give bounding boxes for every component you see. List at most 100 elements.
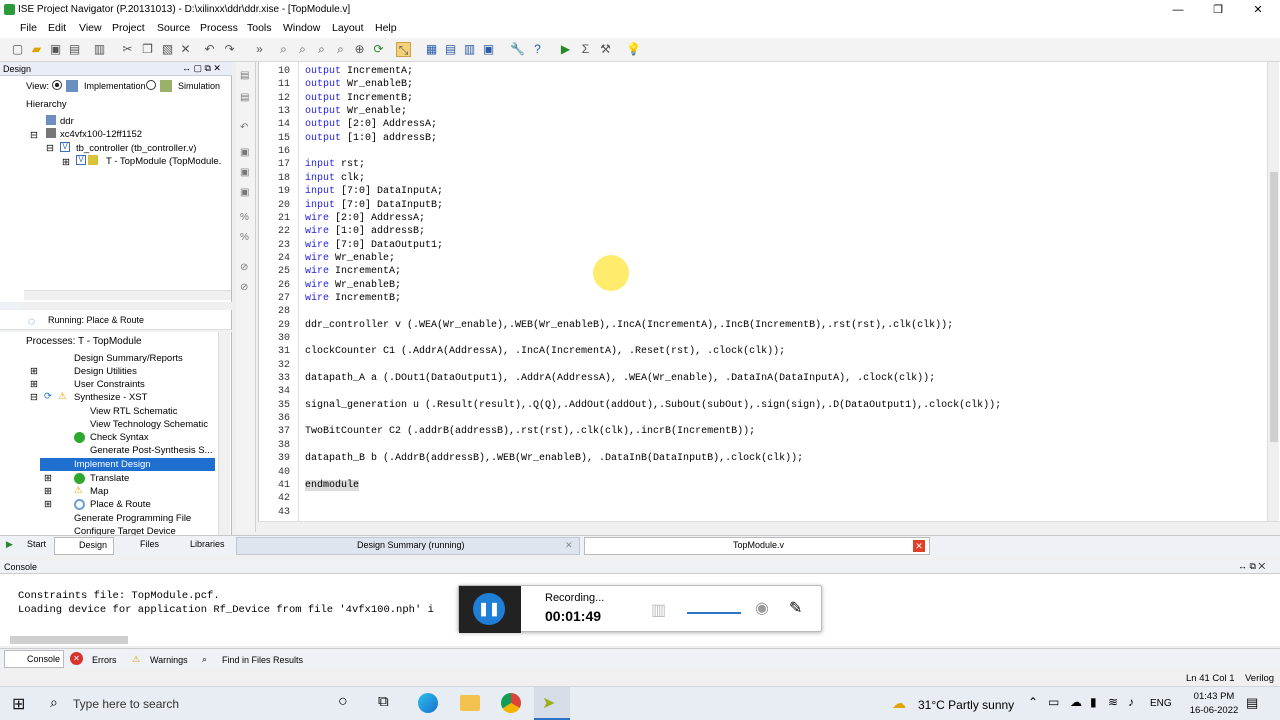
layout-3-icon[interactable]: ▥ (462, 42, 477, 57)
editor-tool-icon[interactable]: ⊘ (240, 262, 248, 273)
code-line[interactable]: wire IncrementA; (305, 266, 401, 277)
code-line[interactable]: output IncrementB; (305, 93, 413, 104)
cortana-icon[interactable]: ○ (338, 693, 348, 711)
copy-icon[interactable]: ❐ (140, 42, 155, 57)
expand-icon[interactable]: ⊟ (30, 392, 38, 403)
code-line[interactable]: signal_generation u (.Result(result),.Q(… (305, 400, 1001, 411)
editor-tool-icon[interactable]: ▣ (240, 147, 249, 158)
panel-controls-icon[interactable]: ↔ ▢ ⧉ ✕ (182, 63, 221, 74)
lightbulb-icon[interactable]: 💡 (626, 42, 641, 57)
code-line[interactable]: input [7:0] DataInputB; (305, 200, 443, 211)
process-user-constraints[interactable]: User Constraints (74, 379, 145, 390)
pointer-tool-icon[interactable]: ⤡ (396, 42, 411, 57)
code-line[interactable]: ddr_controller v (.WEA(Wr_enable),.WEB(W… (305, 320, 953, 331)
process-check-syntax[interactable]: Check Syntax (90, 432, 149, 443)
process-map[interactable]: Map (90, 486, 108, 497)
process-generate-programming[interactable]: Generate Programming File (74, 513, 191, 524)
probe-icon[interactable]: ⚒ (598, 42, 613, 57)
ise-taskbar-button[interactable]: ➤ (534, 687, 570, 720)
undo-icon[interactable]: ↶ (202, 42, 217, 57)
scroll-thumb[interactable] (1270, 172, 1278, 442)
editor-vertical-scrollbar[interactable] (1267, 62, 1279, 522)
menu-source[interactable]: Source (157, 22, 190, 34)
code-line[interactable]: wire [1:0] addressB; (305, 226, 425, 237)
tab-console-box[interactable]: Console (4, 650, 64, 668)
speaker-icon[interactable]: ♪ (1128, 695, 1134, 709)
code-line[interactable]: input [7:0] DataInputA; (305, 186, 443, 197)
redo-icon[interactable]: ↷ (222, 42, 237, 57)
tab-design-box[interactable]: Design (54, 537, 114, 555)
processes-scrollbar[interactable] (218, 332, 230, 535)
process-configure-target[interactable]: Configure Target Device (74, 526, 176, 535)
code-line[interactable]: input clk; (305, 173, 365, 184)
process-synthesize[interactable]: Synthesize - XST (74, 392, 147, 403)
menu-tools[interactable]: Tools (247, 22, 272, 34)
task-view-icon[interactable]: ⧉ (378, 693, 389, 710)
save-icon[interactable]: ▣ (48, 42, 63, 57)
taskbar-search[interactable]: Type here to search (73, 697, 179, 711)
zoom-fit-icon[interactable]: ⌕ (314, 42, 329, 57)
code-line[interactable]: datapath_A a (.DOut1(DataOutput1), .Addr… (305, 373, 935, 384)
code-line[interactable]: input rst; (305, 159, 365, 170)
close-tab-icon[interactable]: ✕ (913, 540, 925, 552)
notifications-icon[interactable]: ▤ (1246, 695, 1258, 711)
zoom-full-icon[interactable]: ⊕ (352, 42, 367, 57)
expand-icon[interactable]: ⊞ (30, 379, 38, 390)
expand-icon[interactable]: ⊞ (44, 499, 52, 510)
tab-errors[interactable]: Errors (92, 655, 117, 665)
zoom-out-icon[interactable]: ⌕ (295, 42, 310, 57)
menu-project[interactable]: Project (112, 22, 145, 34)
menu-window[interactable]: Window (283, 22, 320, 34)
process-translate[interactable]: Translate (90, 473, 129, 484)
code-line[interactable]: wire Wr_enable; (305, 253, 395, 264)
input-language[interactable]: ENG (1150, 698, 1172, 709)
zoom-area-icon[interactable]: ⌕ (333, 42, 348, 57)
code-line[interactable]: wire Wr_enableB; (305, 280, 401, 291)
process-design-summary[interactable]: Design Summary/Reports (74, 353, 183, 364)
show-hidden-icon[interactable]: ⌃ (1028, 695, 1038, 709)
implementation-radio[interactable] (52, 80, 62, 90)
tab-warnings[interactable]: Warnings (150, 655, 188, 665)
wifi-icon[interactable]: ≋ (1108, 695, 1118, 709)
tree-item-topmodule[interactable]: T - TopModule (TopModule. (106, 156, 221, 167)
tab-topmodule-box[interactable]: TopModule.v ✕ (584, 537, 930, 555)
menu-file[interactable]: File (20, 22, 37, 34)
process-generate-post-synth[interactable]: Generate Post-Synthesis S... (90, 445, 213, 456)
code-line[interactable]: endmodule (305, 480, 360, 491)
horizontal-scrollbar[interactable] (24, 290, 231, 300)
process-implement-design-row[interactable]: Implement Design (40, 458, 215, 471)
code-line[interactable]: wire IncrementB; (305, 293, 401, 304)
chrome-icon[interactable] (501, 693, 521, 713)
process-design-utilities[interactable]: Design Utilities (74, 366, 137, 377)
layout-1-icon[interactable]: ▦ (424, 42, 439, 57)
print-icon[interactable]: ▥ (92, 42, 107, 57)
volume-bar[interactable] (687, 612, 741, 614)
delete-icon[interactable]: ✕ (178, 42, 193, 57)
tree-item-device[interactable]: xc4vfx100-12ff1152 (60, 129, 142, 140)
expand-icon[interactable]: ⊞ (62, 157, 70, 168)
code-line[interactable]: TwoBitCounter C2 (.addrB(addressB),.rst(… (305, 426, 755, 437)
new-file-icon[interactable]: ▢ (10, 42, 25, 57)
zoom-in-icon[interactable]: ⌕ (276, 42, 291, 57)
code-line[interactable]: datapath_B b (.AddrB(addressB),.WEB(Wr_e… (305, 453, 803, 464)
network-icon[interactable]: ▭ (1048, 695, 1059, 709)
code-line[interactable]: output Wr_enable; (305, 106, 407, 117)
layout-2-icon[interactable]: ▤ (443, 42, 458, 57)
menu-edit[interactable]: Edit (48, 22, 66, 34)
refresh-icon[interactable]: ⟳ (371, 42, 386, 57)
tree-item-tb-controller[interactable]: tb_controller (tb_controller.v) (76, 143, 196, 154)
minimize-button[interactable]: — (1158, 0, 1198, 20)
console-controls-icon[interactable]: ↔ ⧉ ✕ (1238, 561, 1265, 572)
webcam-icon[interactable]: ◉ (755, 598, 769, 618)
layout-4-icon[interactable]: ▣ (481, 42, 496, 57)
expand-icon[interactable]: ⊟ (46, 143, 54, 154)
weather-text[interactable]: 31°C Partly sunny (918, 698, 1014, 712)
code-line[interactable]: output [2:0] AddressA; (305, 119, 437, 130)
code-line[interactable]: wire [7:0] DataOutput1; (305, 240, 443, 251)
help-pointer-icon[interactable]: ? (530, 42, 545, 57)
pen-icon[interactable]: ✎ (789, 598, 802, 618)
clock-date[interactable]: 16-06-2022 (1184, 705, 1244, 716)
cut-icon[interactable]: ✂ (120, 42, 135, 57)
edge-icon[interactable] (418, 693, 438, 713)
code-line[interactable]: output IncrementA; (305, 66, 413, 77)
